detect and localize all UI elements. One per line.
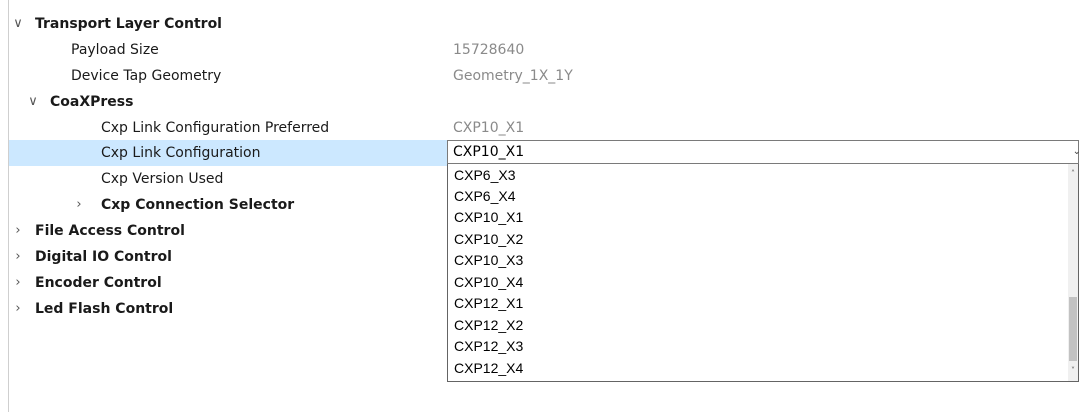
chevron-right-icon[interactable]: › [10,296,26,322]
dropdown-option[interactable]: CXP10_X2 [454,229,523,250]
tree-item-payload-size[interactable]: Payload Size 15728640 [9,37,1079,63]
device-tap-geometry-value: Geometry_1X_1Y [453,68,573,84]
tree-item-cxp-link-configuration-preferred[interactable]: Cxp Link Configuration Preferred CXP10_X… [9,115,1079,141]
scroll-up-arrow-icon[interactable]: ˄ [1068,168,1078,180]
tree-item-device-tap-geometry[interactable]: Device Tap Geometry Geometry_1X_1Y [9,63,1079,89]
tree-item-label: File Access Control [35,223,185,239]
dropdown-option[interactable]: CXP12_X4 [454,358,523,379]
chevron-right-icon[interactable]: › [10,218,26,244]
tree-item-label: Cxp Version Used [101,171,224,187]
cxp-link-pref-value: CXP10_X1 [453,120,525,136]
chevron-down-icon[interactable]: ∨ [10,11,26,37]
chevron-down-icon[interactable]: ∨ [25,89,41,115]
feature-tree-panel: ∨ Transport Layer Control Payload Size 1… [0,0,1079,412]
payload-size-value: 15728640 [453,42,525,58]
scroll-down-arrow-icon[interactable]: ˅ [1068,365,1078,377]
dropdown-option[interactable]: CXP12_X1 [454,293,523,314]
dropdown-option[interactable]: CXP10_X1 [454,207,523,228]
tree-item-label: Cxp Connection Selector [101,197,295,213]
chevron-right-icon[interactable]: › [10,270,26,296]
dropdown-option[interactable]: CXP10_X3 [454,250,523,271]
cxp-link-configuration-dropdown[interactable]: CXP6_X3 CXP6_X4 CXP10_X1 CXP10_X2 CXP10_… [447,164,1079,382]
chevron-right-icon[interactable]: › [71,192,87,218]
tree-item-label: Encoder Control [35,275,162,291]
dropdown-option[interactable]: CXP6_X3 [454,165,515,186]
tree-item-label: Device Tap Geometry [71,68,222,84]
tree-item-transport-layer-control[interactable]: ∨ Transport Layer Control [9,11,1079,37]
combobox-selected-value: CXP10_X1 [453,144,525,160]
dropdown-scrollbar[interactable]: ˄ ˅ [1068,164,1078,381]
tree-item-label: Cxp Link Configuration Preferred [101,120,330,136]
tree-item-label: Cxp Link Configuration [101,145,261,161]
tree-item-label: Led Flash Control [35,301,174,317]
tree-item-label: Transport Layer Control [35,16,222,32]
dropdown-option[interactable]: CXP6_X4 [454,186,515,207]
tree-item-coaxpress[interactable]: ∨ CoaXPress [9,89,1079,115]
tree-item-label: Payload Size [71,42,159,58]
chevron-right-icon[interactable]: › [10,244,26,270]
tree-item-label: CoaXPress [50,94,134,110]
dropdown-option[interactable]: CXP10_X4 [454,272,523,293]
chevron-down-icon[interactable]: ⌄ [1073,141,1079,163]
dropdown-option[interactable]: CXP12_X2 [454,315,523,336]
dropdown-option[interactable]: CXP12_X3 [454,336,523,357]
scrollbar-thumb[interactable] [1069,297,1077,361]
tree-item-label: Digital IO Control [35,249,172,265]
cxp-link-configuration-combobox[interactable]: CXP10_X1 ⌄ [447,140,1079,164]
